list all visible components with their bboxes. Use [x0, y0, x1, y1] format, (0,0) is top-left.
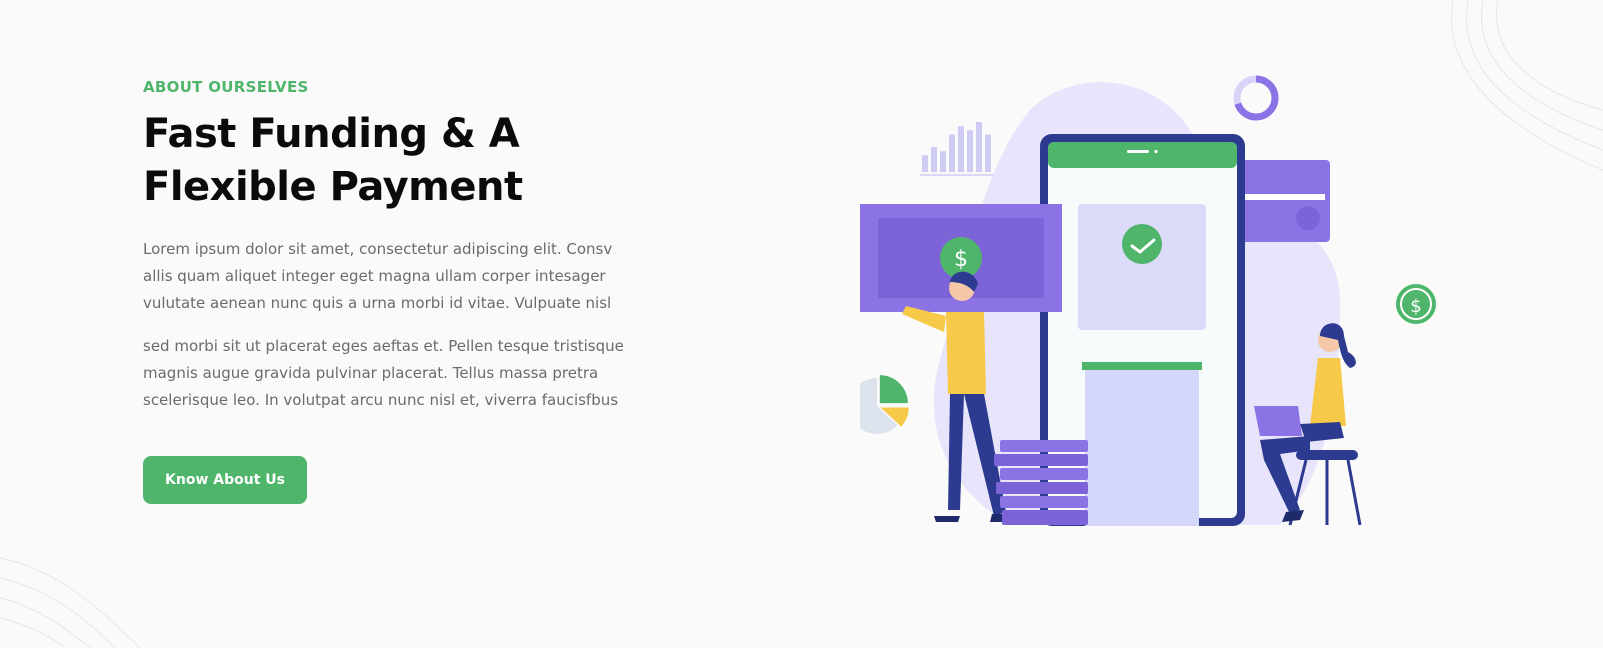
pie-slice	[879, 375, 908, 404]
decorative-wave-lines-bottom	[0, 557, 141, 648]
bar-chart-bar	[949, 134, 955, 172]
donut-progress-icon	[1233, 75, 1279, 121]
bar-chart-icon	[920, 122, 994, 176]
about-paragraph-2: sed morbi sit ut placerat eges aeftas et…	[143, 337, 624, 409]
bar-chart-bar	[967, 130, 973, 172]
dollar-sign: $	[954, 247, 968, 272]
fintech-illustration: $ $	[860, 75, 1436, 526]
bar-chart-bar	[985, 134, 991, 172]
dollar-coin-icon: $	[1396, 284, 1436, 324]
pie-chart-icon	[860, 375, 909, 434]
bar-chart-bar	[931, 147, 937, 172]
about-text-column: ABOUT OURSELVES Fast Funding & A Flexibl…	[143, 76, 663, 504]
dollar-sign: $	[1410, 296, 1421, 317]
section-eyebrow: ABOUT OURSELVES	[143, 78, 309, 96]
bar-chart-bar	[940, 151, 946, 172]
decorative-wave-lines-top	[1451, 0, 1603, 171]
know-about-us-button[interactable]: Know About Us	[143, 456, 307, 504]
phone-device	[1040, 134, 1245, 526]
bar-chart-bar	[922, 155, 928, 172]
about-section: ABOUT OURSELVES Fast Funding & A Flexibl…	[0, 0, 1603, 648]
bar-chart-bar	[958, 126, 964, 172]
about-paragraph-1: Lorem ipsum dolor sit amet, consectetur …	[143, 240, 613, 312]
check-icon	[1122, 224, 1162, 264]
section-title: Fast Funding & A Flexible Payment	[143, 111, 523, 210]
bar-chart-bar	[976, 122, 982, 172]
